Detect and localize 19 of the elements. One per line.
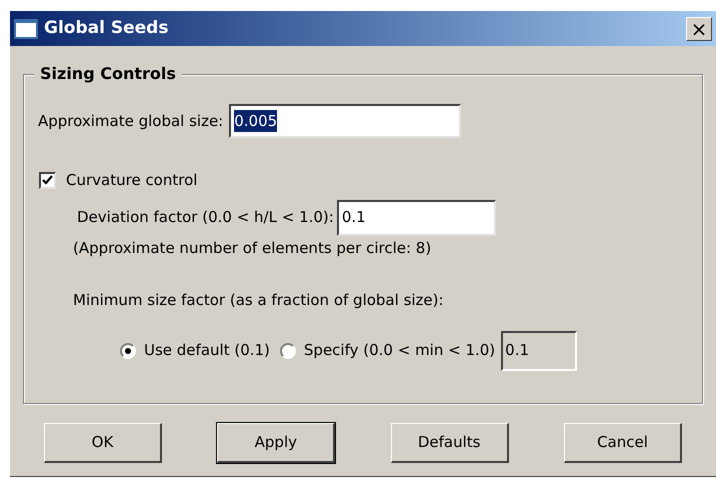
dialog-button[interactable]: Apply	[217, 423, 336, 463]
window-title: Global Seeds	[44, 16, 168, 40]
radio-label: Use default (0.1)	[144, 340, 270, 362]
field-value: 0.1	[342, 207, 366, 228]
close-button[interactable]: ×	[686, 16, 712, 40]
checkbox-label: Curvature control	[66, 170, 198, 191]
checkbox[interactable]	[39, 172, 56, 189]
field-label: Deviation factor (0.0 < h/L < 1.0):	[77, 207, 334, 228]
field-value: 0.005	[234, 110, 278, 132]
dialog-button[interactable]: OK	[44, 423, 162, 463]
dialog-button[interactable]: Defaults	[390, 423, 509, 463]
dialog-button[interactable]: Cancel	[564, 423, 682, 463]
input-field[interactable]: 0.1	[336, 200, 496, 236]
info-text: (Approximate number of elements per circle: 8)	[73, 238, 432, 258]
window-icon	[14, 18, 38, 38]
section-label: Minimum size factor (as a fraction of global size):	[73, 290, 445, 311]
input-field[interactable]: 0.005	[229, 104, 462, 138]
field-label: Approximate global size:	[38, 110, 224, 132]
radio-label: Specify (0.0 < min < 1.0)	[304, 340, 496, 362]
